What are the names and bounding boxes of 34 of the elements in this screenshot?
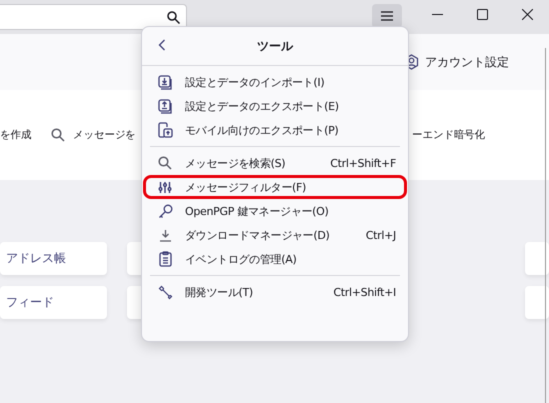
toolbar-action[interactable]: メッセージを bbox=[51, 128, 136, 142]
toolbar-action[interactable]: ーエンド暗号化 bbox=[412, 128, 485, 142]
menu-item[interactable]: 設定とデータのインポート(I) bbox=[147, 70, 403, 94]
menu-item[interactable]: メッセージフィルター(F) bbox=[143, 175, 407, 199]
menu-item[interactable]: OpenPGP 鍵マネージャー(O) bbox=[147, 199, 403, 223]
key-icon bbox=[158, 204, 172, 218]
search-field[interactable] bbox=[0, 4, 187, 30]
menu-button[interactable] bbox=[372, 4, 402, 28]
menu-item[interactable]: イベントログの管理(A) bbox=[147, 247, 403, 271]
phone-upload-icon bbox=[158, 122, 172, 138]
close-icon[interactable] bbox=[522, 9, 533, 20]
menu-item[interactable]: メッセージを検索(S) Ctrl+Shift+F bbox=[147, 151, 403, 175]
menu-item[interactable]: ダウンロードマネージャー(D) Ctrl+J bbox=[147, 223, 403, 247]
tray-download-icon bbox=[158, 74, 172, 90]
menu-icon bbox=[381, 11, 393, 21]
account-settings-link[interactable]: アカウント設定 bbox=[425, 54, 509, 70]
menu-title: ツール bbox=[257, 38, 293, 54]
card-background bbox=[525, 286, 549, 319]
card-background bbox=[525, 242, 549, 275]
shortcut-card[interactable]: フィード bbox=[0, 286, 107, 319]
search-icon bbox=[158, 156, 172, 170]
maximize-icon[interactable] bbox=[477, 9, 488, 20]
toolbar-action[interactable]: を作成 bbox=[0, 128, 32, 142]
back-icon[interactable] bbox=[158, 39, 166, 51]
menu-item[interactable]: モバイル向けのエクスポート(P) bbox=[147, 118, 403, 142]
download-icon bbox=[158, 228, 172, 242]
search-icon bbox=[167, 10, 180, 24]
sliders-icon bbox=[158, 180, 172, 194]
clipboard-icon bbox=[158, 251, 172, 267]
menu-item[interactable]: 開発ツール(T) Ctrl+Shift+I bbox=[147, 280, 403, 304]
search-icon bbox=[51, 128, 66, 142]
shortcut-card[interactable]: アドレス帳 bbox=[0, 242, 107, 275]
tray-upload-icon bbox=[158, 98, 172, 114]
menu-item[interactable]: 設定とデータのエクスポート(E) bbox=[147, 94, 403, 118]
